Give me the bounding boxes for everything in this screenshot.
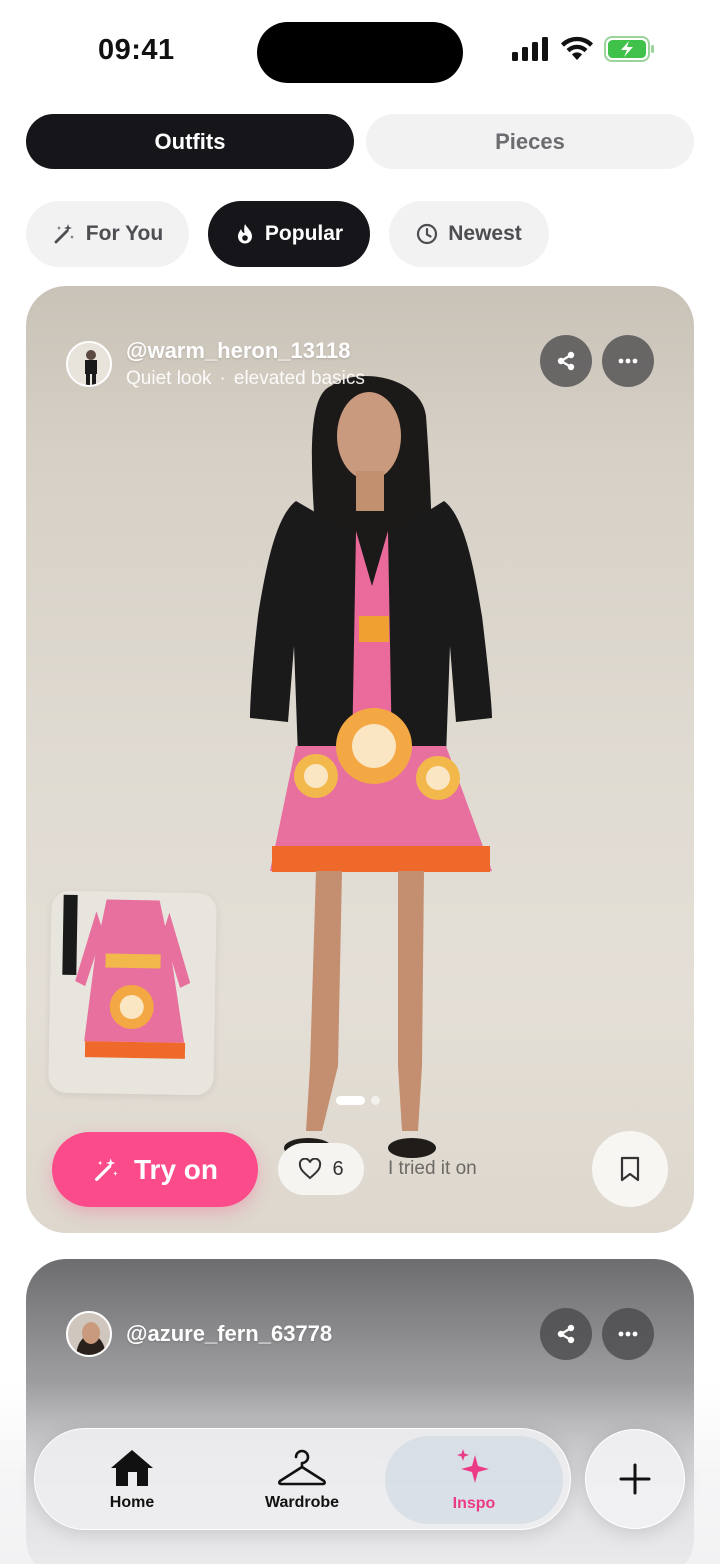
avatar[interactable] xyxy=(66,1311,112,1357)
outfit-title: Quiet look xyxy=(126,368,212,389)
pager-dot[interactable] xyxy=(371,1096,380,1105)
add-button[interactable] xyxy=(585,1429,685,1529)
author-row[interactable]: @azure_fern_63778 xyxy=(66,1311,332,1357)
filter-for-you-label: For You xyxy=(85,222,164,245)
more-options-button[interactable] xyxy=(602,335,654,387)
tab-inspo[interactable]: Inspo xyxy=(385,1436,563,1524)
hanger-icon xyxy=(278,1449,326,1486)
dynamic-island xyxy=(257,22,463,83)
tab-bar: Home Wardrobe Inspo xyxy=(34,1428,571,1530)
share-button[interactable] xyxy=(540,335,592,387)
segment-pieces-label: Pieces xyxy=(495,128,565,154)
status-bar: 09:41 xyxy=(0,0,720,100)
filter-popular-label: Popular xyxy=(264,222,344,245)
ellipsis-icon xyxy=(618,1331,638,1337)
ellipsis-icon xyxy=(618,358,638,364)
share-icon xyxy=(557,1324,575,1344)
tab-wardrobe-label: Wardrobe xyxy=(264,1494,340,1511)
flame-icon xyxy=(237,224,252,244)
segment-outfits[interactable]: Outfits xyxy=(26,114,354,169)
image-pager[interactable] xyxy=(336,1096,380,1105)
author-username[interactable]: @warm_heron_13118 xyxy=(126,338,365,364)
avatar[interactable] xyxy=(66,341,112,387)
filter-newest-label: Newest xyxy=(448,222,522,245)
magic-wand-icon xyxy=(95,1157,118,1181)
outfit-tags: elevated basics xyxy=(233,368,365,389)
share-button[interactable] xyxy=(540,1308,592,1360)
like-button[interactable]: 6 xyxy=(278,1143,364,1195)
outfit-caption: Quiet look · elevated basics xyxy=(126,368,365,390)
heart-icon xyxy=(299,1158,322,1180)
pager-dot-active[interactable] xyxy=(336,1096,365,1105)
magic-wand-icon xyxy=(54,224,74,244)
save-button[interactable] xyxy=(592,1131,668,1207)
more-options-button[interactable] xyxy=(602,1308,654,1360)
filter-for-you[interactable]: For You xyxy=(26,201,189,267)
tried-it-on-link[interactable]: I tried it on xyxy=(388,1158,477,1180)
like-count: 6 xyxy=(332,1157,344,1180)
try-on-label: Try on xyxy=(133,1153,218,1185)
plus-icon xyxy=(619,1463,651,1495)
author-username[interactable]: @azure_fern_63778 xyxy=(126,1321,332,1347)
signal-icon xyxy=(512,37,548,61)
status-icons xyxy=(512,36,656,62)
try-on-button[interactable]: Try on xyxy=(52,1132,258,1207)
filter-popular[interactable]: Popular xyxy=(208,201,370,267)
segment-outfits-label: Outfits xyxy=(154,128,226,154)
segment-pieces[interactable]: Pieces xyxy=(366,114,694,169)
author-row[interactable]: @warm_heron_13118 Quiet look · elevated ba… xyxy=(66,338,365,390)
status-time: 09:41 xyxy=(98,34,175,66)
tab-home[interactable]: Home xyxy=(75,1429,189,1531)
outfit-card[interactable]: @warm_heron_13118 Quiet look · elevated ba… xyxy=(26,286,694,1233)
tab-inspo-label: Inspo xyxy=(452,1495,496,1512)
bookmark-icon xyxy=(620,1156,640,1182)
share-icon xyxy=(557,351,575,371)
home-icon xyxy=(111,1450,153,1486)
tab-home-label: Home xyxy=(109,1494,155,1511)
battery-charging-icon xyxy=(604,36,654,62)
separator-dot: · xyxy=(219,368,226,389)
piece-thumbnail[interactable] xyxy=(48,890,217,1096)
sparkles-icon xyxy=(457,1449,489,1483)
wifi-icon xyxy=(561,36,593,60)
tab-wardrobe[interactable]: Wardrobe xyxy=(245,1429,359,1531)
filter-newest[interactable]: Newest xyxy=(389,201,549,267)
clock-icon xyxy=(417,223,438,245)
